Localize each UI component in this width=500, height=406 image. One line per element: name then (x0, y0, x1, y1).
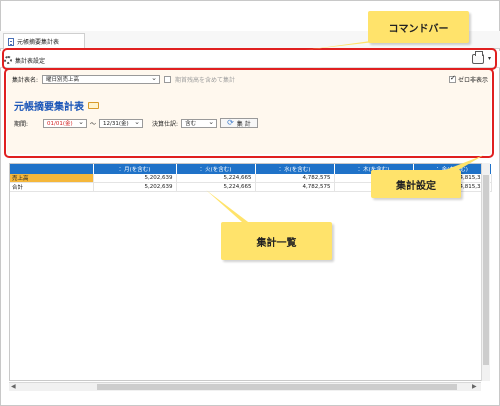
tab-label: 元帳摘要集計表 (17, 39, 60, 46)
column-header[interactable]: ：火(を含む) (176, 164, 256, 174)
row-label[interactable]: 合計 (10, 182, 94, 192)
settings-callout-text: 集計設定 (396, 180, 436, 192)
list-callout-text: 集計一覧 (256, 237, 297, 249)
command-bar-callout-text: コマンドバー (388, 23, 449, 35)
tab-ledger-summary[interactable]: 元帳摘要集計表 (3, 33, 85, 49)
table-cell[interactable]: 5,224,665 (176, 174, 256, 183)
vertical-scroll-thumb[interactable] (483, 175, 489, 365)
command-bar-callout: コマンドバー (368, 11, 469, 43)
table-cell[interactable]: 5,202,639 (93, 182, 177, 192)
table-cell[interactable]: 5,202,639 (93, 174, 177, 183)
settings-callout: 集計設定 (371, 170, 461, 198)
list-callout: 集計一覧 (221, 222, 332, 260)
document-icon (8, 37, 14, 46)
scroll-left-icon[interactable]: ◀ (11, 383, 16, 390)
row-label[interactable]: 売上高 (10, 174, 94, 183)
table-cell[interactable]: 4,782,575 (255, 182, 335, 192)
vertical-scrollbar[interactable] (481, 163, 490, 381)
settings-highlight (4, 68, 494, 158)
table-cell[interactable]: 5,224,665 (176, 182, 256, 192)
column-header[interactable]: ：水(を含む) (255, 164, 335, 174)
command-bar-highlight (2, 48, 497, 70)
scroll-right-icon[interactable]: ▶ (472, 383, 477, 390)
horizontal-scrollbar[interactable]: ◀ ▶ (9, 382, 481, 391)
column-header[interactable]: ：月(を含む) (93, 164, 177, 174)
horizontal-scroll-thumb[interactable] (97, 384, 457, 390)
column-header[interactable] (10, 164, 94, 174)
table-cell[interactable]: 4,782,575 (255, 174, 335, 183)
